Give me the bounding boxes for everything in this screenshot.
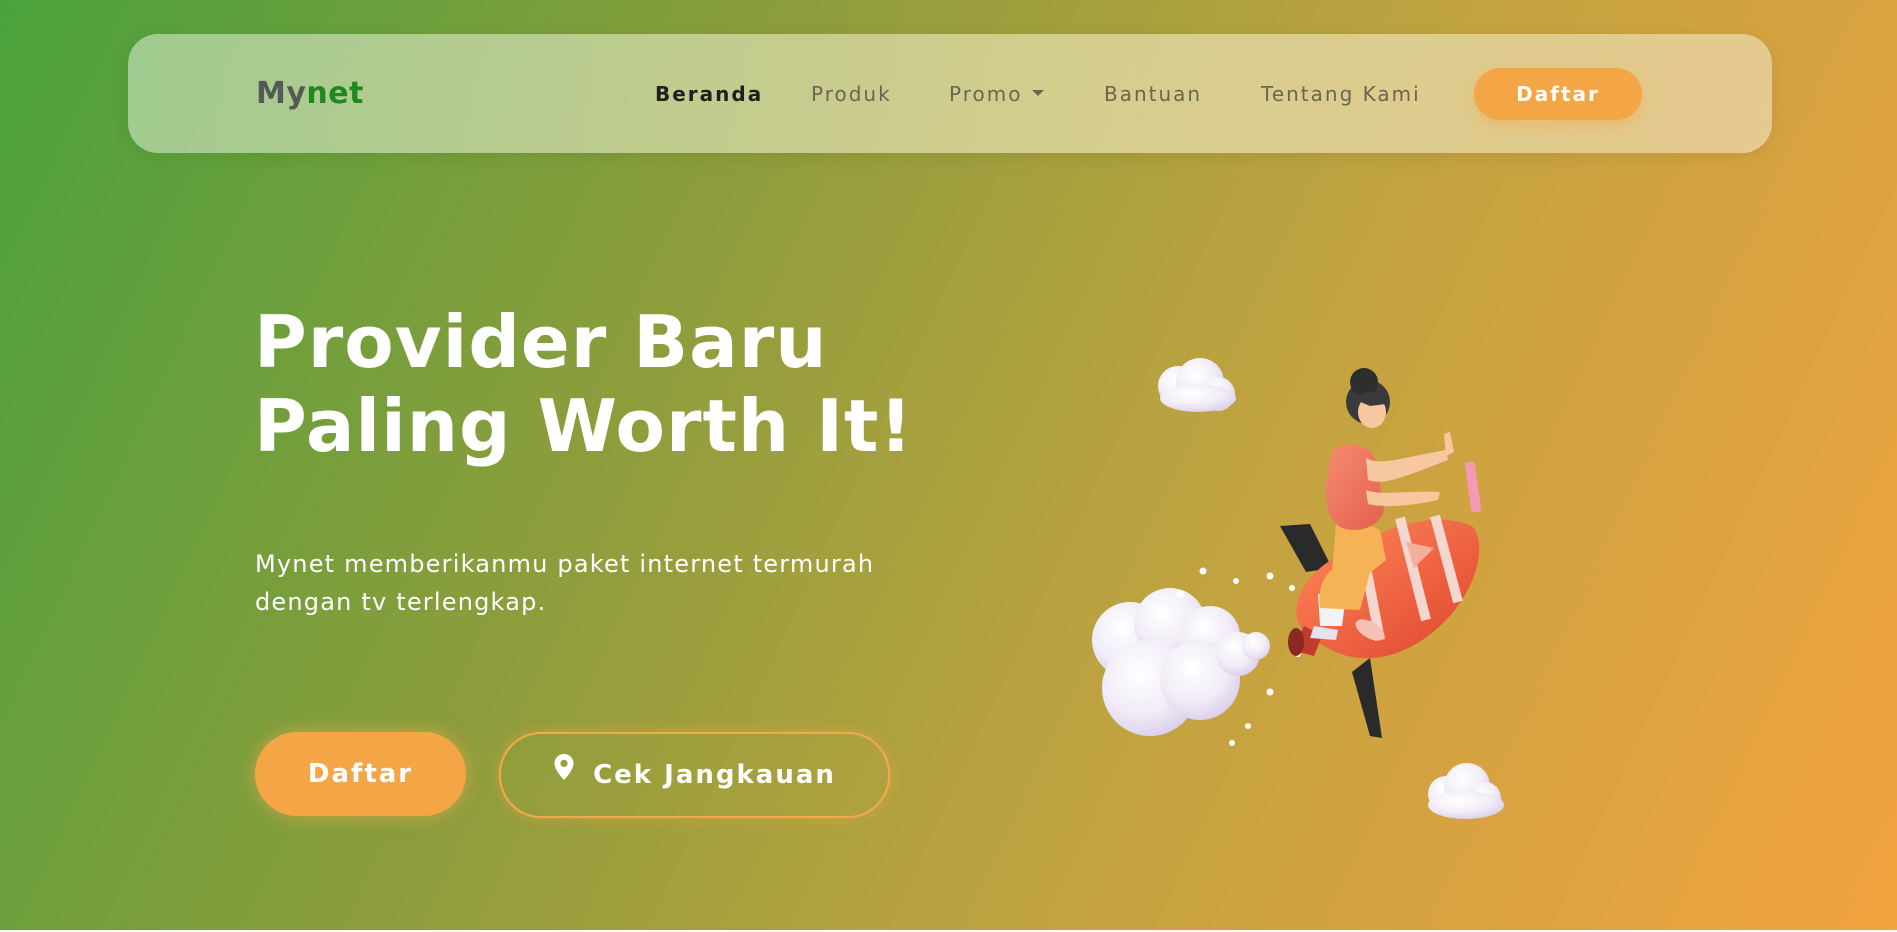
map-pin-icon [553,732,575,814]
hero-headline-line2: Paling Worth It! [254,384,914,468]
caret-down-icon [1032,89,1045,96]
cek-jangkauan-button[interactable]: Cek Jangkauan [499,732,890,818]
hero-headline: Provider Baru Paling Worth It! [254,300,954,468]
cek-jangkauan-label: Cek Jangkauan [593,760,836,790]
small-cloud-bottom [1428,763,1504,819]
nav-item-promo[interactable]: Promo [949,76,1045,112]
rocket-girl-illustration [1070,340,1550,830]
hero-subtitle-line1: Mynet memberikanmu paket internet termur… [255,550,875,578]
brand-logo-part-net: net [306,76,364,111]
brand-logo-part-my: My [256,76,307,111]
nav-item-tentang-kami[interactable]: Tentang Kami [1261,76,1421,112]
nav-item-produk[interactable]: Produk [811,76,892,112]
brand-logo[interactable]: Mynet [256,72,364,116]
nav-item-promo-label: Promo [949,82,1023,106]
nav-item-bantuan[interactable]: Bantuan [1104,76,1202,112]
hero-headline-line1: Provider Baru [254,300,828,384]
nav-item-beranda[interactable]: Beranda [655,76,763,112]
hero-subtitle: Mynet memberikanmu paket internet termur… [255,545,955,621]
hero-daftar-button[interactable]: Daftar [255,732,466,816]
smoke-cloud [1092,567,1301,746]
hero-subtitle-line2: dengan tv terlengkap. [255,588,547,616]
navbar-daftar-button[interactable]: Daftar [1474,68,1642,120]
small-cloud-top [1158,358,1236,412]
